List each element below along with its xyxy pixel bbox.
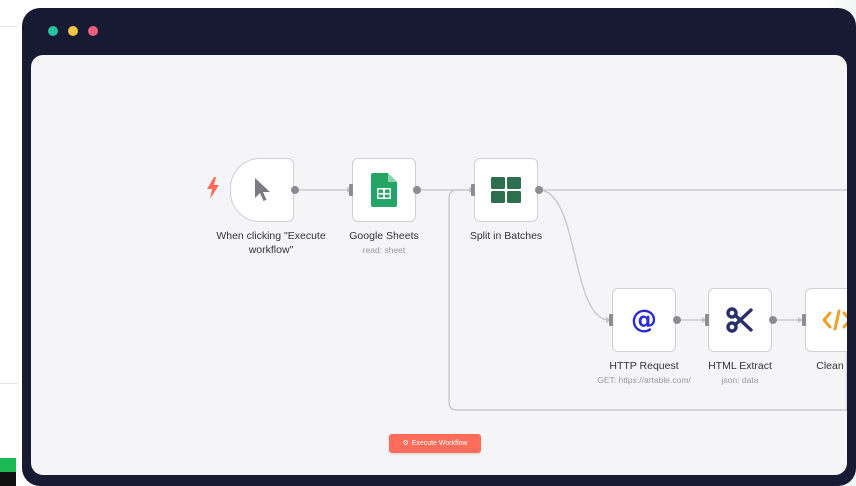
google-sheets-node-subtitle: read: sheet — [362, 245, 406, 255]
input-port[interactable] — [349, 184, 353, 196]
background-divider — [0, 26, 18, 27]
yellow-dot[interactable] — [68, 26, 78, 36]
scissors-icon — [726, 307, 753, 333]
html-extract-node-subtitle: json: data — [721, 375, 759, 385]
gear-icon: ⚙ — [402, 440, 409, 447]
red-dot[interactable] — [88, 26, 98, 36]
input-port[interactable] — [471, 184, 475, 196]
background-black-block — [0, 472, 16, 486]
split-in-batches-node[interactable] — [474, 158, 538, 222]
connections — [294, 187, 847, 411]
google-sheets-node[interactable] — [352, 158, 416, 222]
at-sign-icon: @ — [631, 305, 657, 335]
app-window: When clicking "Execute workflow" Google … — [22, 8, 856, 486]
execute-workflow-label: Execute Workflow — [411, 440, 468, 447]
background-green-block — [0, 458, 16, 472]
google-sheets-icon — [371, 173, 397, 207]
output-port[interactable] — [673, 316, 681, 324]
window-controls — [48, 26, 98, 36]
cursor-arrow-icon — [255, 178, 270, 201]
split-in-batches-node-title: Split in Batches — [469, 230, 543, 242]
bolt-icon — [207, 177, 219, 199]
background-divider — [0, 383, 18, 384]
http-request-node[interactable]: @ — [612, 288, 676, 352]
input-port[interactable] — [802, 314, 806, 326]
code-icon — [822, 309, 847, 331]
output-port[interactable] — [769, 316, 777, 324]
html-extract-node[interactable] — [708, 288, 772, 352]
google-sheets-node-title: Google Sheets — [349, 230, 419, 242]
connection-split-http — [538, 189, 610, 321]
clean-code-node-title: Clean co — [816, 360, 847, 372]
input-port[interactable] — [609, 314, 613, 326]
output-port[interactable] — [413, 186, 421, 194]
svg-text:@: @ — [631, 305, 657, 335]
output-port[interactable] — [535, 186, 543, 194]
clean-code-node[interactable] — [805, 288, 847, 352]
execute-workflow-button[interactable]: ⚙ Execute Workflow — [389, 434, 481, 453]
trigger-node[interactable] — [230, 158, 294, 222]
grid-icon — [491, 177, 521, 203]
workflow-canvas[interactable]: When clicking "Execute workflow" Google … — [31, 55, 847, 475]
green-dot[interactable] — [48, 26, 58, 36]
output-port[interactable] — [291, 186, 299, 194]
input-port[interactable] — [705, 314, 709, 326]
